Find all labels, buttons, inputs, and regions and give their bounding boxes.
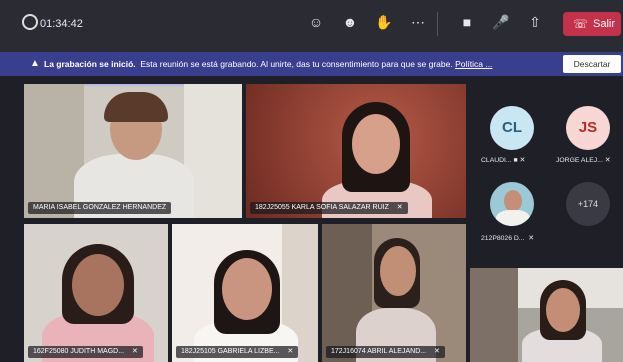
- dismiss-button[interactable]: Descartar: [563, 55, 621, 73]
- raise-hand-icon[interactable]: ✋: [375, 13, 393, 31]
- participant-name: 182J25105 GABRIELA LIZBE... ✕: [176, 346, 299, 358]
- participant-name: 172J16074 ABRIL ALEJAND... ✕: [326, 346, 445, 358]
- video-tile[interactable]: 182J25055 KARLA SOFIA SALAZAR RUIZ ✕: [246, 84, 466, 218]
- more-icon[interactable]: ⋯: [409, 13, 427, 31]
- camera-icon: ■: [513, 157, 518, 164]
- participant-name: MARIA ISABEL GONZALEZ HERNANDEZ: [28, 202, 172, 214]
- mic-off-icon: ✕: [396, 204, 403, 211]
- mic-off-icon: ✕: [131, 348, 138, 355]
- video-tile[interactable]: 162F25080 JUDITH MAGD... ✕: [24, 224, 168, 362]
- mic-off-icon: ✕: [287, 348, 294, 355]
- meeting-window: 01:34:42 ☺ ☻ ✋ ⋯ ■ 🎤 ⇧ ☏ Salir ▲ La grab…: [0, 0, 623, 362]
- recording-indicator-icon: [22, 14, 38, 30]
- participant-avatar[interactable]: CL: [490, 106, 534, 150]
- participant-label: CLAUDI... ■ ✕: [481, 157, 526, 164]
- phone-hangup-icon: ☏: [573, 17, 589, 31]
- meeting-toolbar: 01:34:42 ☺ ☻ ✋ ⋯ ■ 🎤 ⇧ ☏ Salir: [0, 0, 623, 52]
- privacy-link[interactable]: Política ...: [455, 59, 492, 69]
- leave-button[interactable]: ☏ Salir: [563, 12, 621, 36]
- participant-avatar[interactable]: JS: [566, 106, 610, 150]
- participant-name: 182J25055 KARLA SOFIA SALAZAR RUIZ ✕: [250, 202, 408, 214]
- participant-name: 162F25080 JUDITH MAGD... ✕: [28, 346, 143, 358]
- share-icon[interactable]: ⇧: [526, 13, 544, 31]
- reactions-icon[interactable]: ☻: [341, 13, 359, 31]
- mic-off-icon[interactable]: 🎤: [492, 13, 510, 31]
- video-tile[interactable]: 172J16074 ABRIL ALEJAND... ✕: [322, 224, 466, 362]
- banner-message: Esta reunión se está grabando. Al unirte…: [140, 59, 453, 69]
- mic-off-icon: ✕: [519, 157, 526, 164]
- video-tile[interactable]: [470, 268, 623, 362]
- warning-icon: ▲: [30, 58, 40, 69]
- recording-banner: ▲ La grabación se inició. Esta reunión s…: [0, 52, 623, 76]
- video-tile[interactable]: MARIA ISABEL GONZALEZ HERNANDEZ: [24, 84, 242, 218]
- participants-icon[interactable]: ☺: [307, 13, 325, 31]
- meeting-timer: 01:34:42: [40, 18, 83, 30]
- camera-icon[interactable]: ■: [458, 13, 476, 31]
- participant-label: JORGE ALEJ... ✕: [556, 157, 611, 164]
- more-participants-button[interactable]: +174: [566, 182, 610, 226]
- participant-photo[interactable]: [490, 182, 534, 226]
- video-tile[interactable]: 182J25105 GABRIELA LIZBE... ✕: [172, 224, 318, 362]
- mic-off-icon: ✕: [434, 348, 440, 355]
- mic-off-icon: ✕: [528, 235, 534, 242]
- mic-off-icon: ✕: [604, 157, 611, 164]
- participant-label: 212P8026 D... ✕: [481, 235, 534, 242]
- banner-title: La grabación se inició.: [44, 59, 136, 69]
- toolbar-divider: [437, 12, 438, 36]
